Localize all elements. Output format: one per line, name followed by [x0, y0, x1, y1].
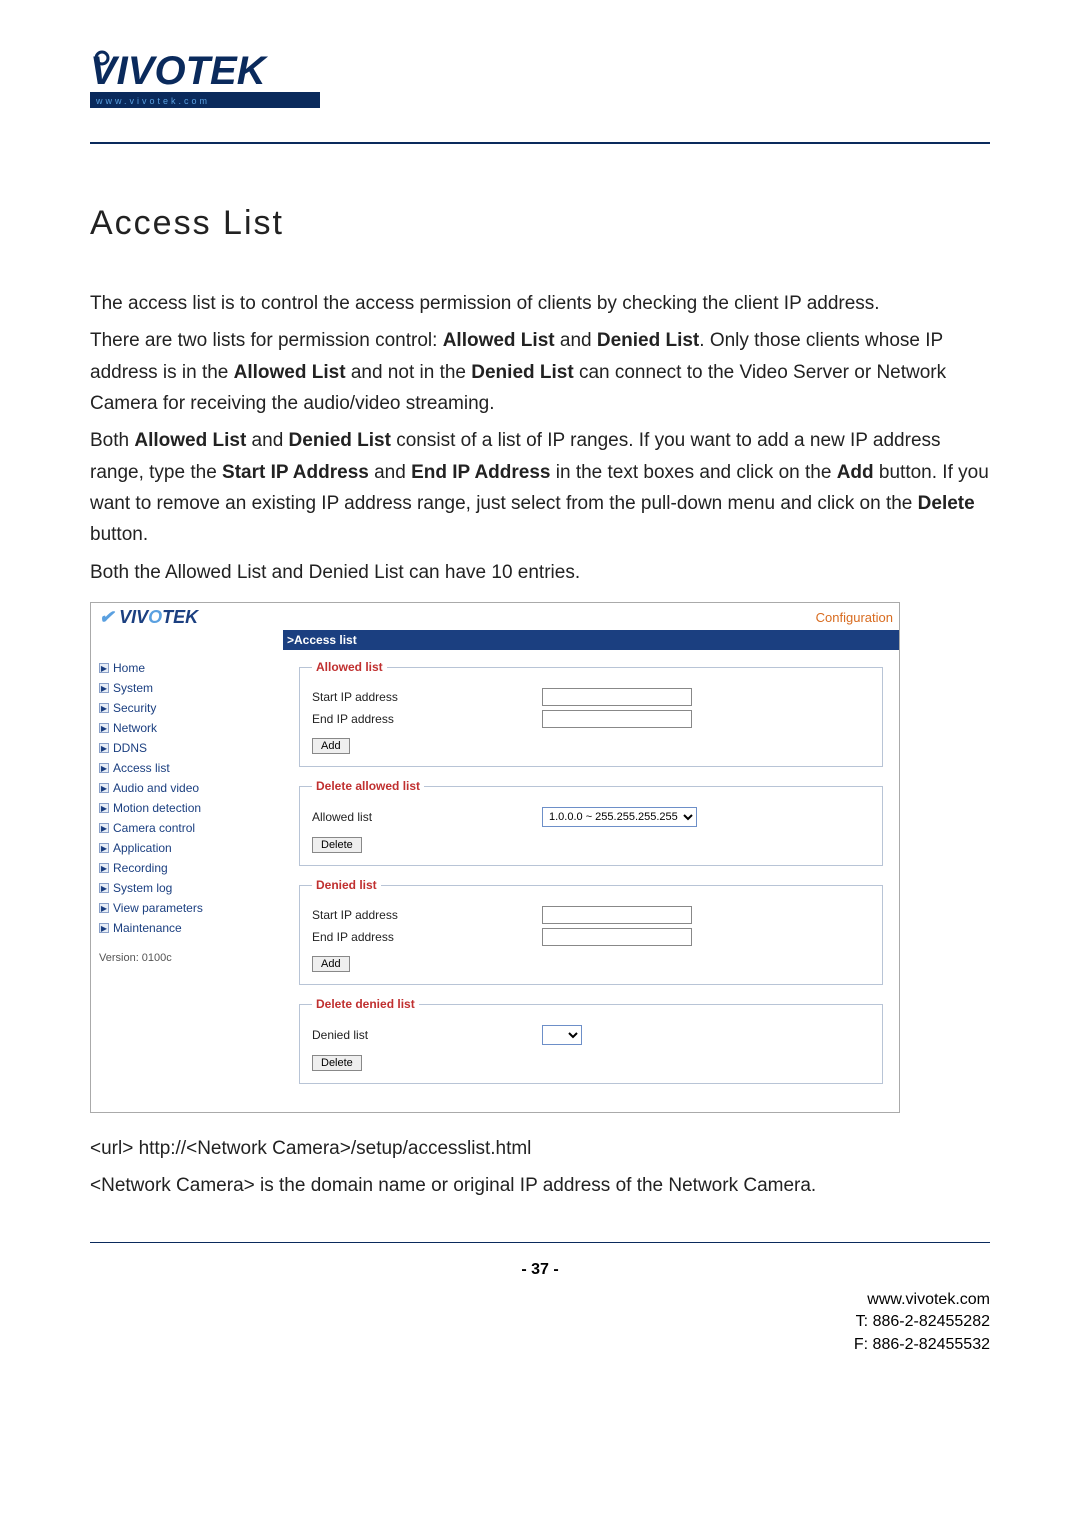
configuration-link[interactable]: Configuration [816, 610, 893, 625]
allowed-list-select[interactable]: 1.0.0.0 ~ 255.255.255.255 [542, 807, 697, 827]
arrow-icon: ▶ [99, 843, 109, 853]
ui-logo: ✔ VIVOTEK [99, 607, 198, 628]
sidebar-item-network[interactable]: ▶Network [99, 718, 279, 738]
arrow-icon: ▶ [99, 723, 109, 733]
denied-list-legend: Denied list [312, 878, 381, 892]
start-ip-label-2: Start IP address [312, 908, 542, 922]
section-titlebar: >Access list [283, 630, 899, 650]
arrow-icon: ▶ [99, 683, 109, 693]
denied-start-ip-input[interactable] [542, 906, 692, 924]
start-ip-label: Start IP address [312, 690, 542, 704]
sidebar-item-access-list[interactable]: ▶Access list [99, 758, 279, 778]
delete-allowed-fieldset: Delete allowed list Allowed list 1.0.0.0… [299, 779, 883, 866]
sidebar-item-application[interactable]: ▶Application [99, 838, 279, 858]
paragraph-2: There are two lists for permission contr… [90, 325, 990, 419]
allowed-add-button[interactable]: Add [312, 738, 350, 754]
bottom-rule [90, 1242, 990, 1243]
embedded-ui: ✔ VIVOTEK Configuration >Access list ▶Ho… [90, 602, 900, 1113]
top-rule [90, 142, 990, 144]
denied-add-button[interactable]: Add [312, 956, 350, 972]
denied-list-label: Denied list [312, 1028, 542, 1042]
arrow-icon: ▶ [99, 703, 109, 713]
page-number: - 37 - [90, 1261, 990, 1279]
brand-logo: www.vivotek.com VIVOTEK [90, 40, 990, 112]
arrow-icon: ▶ [99, 883, 109, 893]
sidebar-item-security[interactable]: ▶Security [99, 698, 279, 718]
footer-site: www.vivotek.com [90, 1289, 990, 1311]
delete-denied-legend: Delete denied list [312, 997, 419, 1011]
delete-allowed-legend: Delete allowed list [312, 779, 424, 793]
arrow-icon: ▶ [99, 763, 109, 773]
denied-end-ip-input[interactable] [542, 928, 692, 946]
sidebar-item-view-params[interactable]: ▶View parameters [99, 898, 279, 918]
url-line: <url> http://<Network Camera>/setup/acce… [90, 1133, 990, 1164]
paragraph-1: The access list is to control the access… [90, 288, 990, 319]
sidebar-item-system[interactable]: ▶System [99, 678, 279, 698]
arrow-icon: ▶ [99, 903, 109, 913]
arrow-icon: ▶ [99, 823, 109, 833]
arrow-icon: ▶ [99, 923, 109, 933]
arrow-icon: ▶ [99, 663, 109, 673]
end-ip-label-2: End IP address [312, 930, 542, 944]
sidebar-item-motion[interactable]: ▶Motion detection [99, 798, 279, 818]
sidebar: ▶Home ▶System ▶Security ▶Network ▶DDNS ▶… [91, 650, 283, 1112]
logo-sub: www.vivotek.com [95, 96, 210, 106]
sidebar-item-maintenance[interactable]: ▶Maintenance [99, 918, 279, 938]
footer-tel: T: 886-2-82455282 [90, 1311, 990, 1333]
sidebar-item-recording[interactable]: ▶Recording [99, 858, 279, 878]
allowed-list-fieldset: Allowed list Start IP address End IP add… [299, 660, 883, 767]
denied-list-select[interactable] [542, 1025, 582, 1045]
allowed-list-legend: Allowed list [312, 660, 387, 674]
end-ip-label: End IP address [312, 712, 542, 726]
arrow-icon: ▶ [99, 743, 109, 753]
sidebar-item-audio-video[interactable]: ▶Audio and video [99, 778, 279, 798]
arrow-icon: ▶ [99, 803, 109, 813]
logo-text: VIVOTEK [90, 49, 269, 93]
version-label: Version: 0100c [99, 952, 279, 964]
paragraph-3: Both Allowed List and Denied List consis… [90, 425, 990, 550]
sidebar-item-ddns[interactable]: ▶DDNS [99, 738, 279, 758]
allowed-start-ip-input[interactable] [542, 688, 692, 706]
footer-fax: F: 886-2-82455532 [90, 1334, 990, 1356]
footer-contact: www.vivotek.com T: 886-2-82455282 F: 886… [90, 1289, 990, 1356]
denied-delete-button[interactable]: Delete [312, 1055, 362, 1071]
allowed-list-label: Allowed list [312, 810, 542, 824]
allowed-delete-button[interactable]: Delete [312, 837, 362, 853]
arrow-icon: ▶ [99, 863, 109, 873]
url-note: <Network Camera> is the domain name or o… [90, 1170, 990, 1201]
page-title: Access List [90, 204, 990, 243]
delete-denied-fieldset: Delete denied list Denied list Delete [299, 997, 883, 1084]
arrow-icon: ▶ [99, 783, 109, 793]
sidebar-item-system-log[interactable]: ▶System log [99, 878, 279, 898]
paragraph-4: Both the Allowed List and Denied List ca… [90, 557, 990, 588]
allowed-end-ip-input[interactable] [542, 710, 692, 728]
sidebar-item-home[interactable]: ▶Home [99, 658, 279, 678]
sidebar-item-camera-control[interactable]: ▶Camera control [99, 818, 279, 838]
denied-list-fieldset: Denied list Start IP address End IP addr… [299, 878, 883, 985]
